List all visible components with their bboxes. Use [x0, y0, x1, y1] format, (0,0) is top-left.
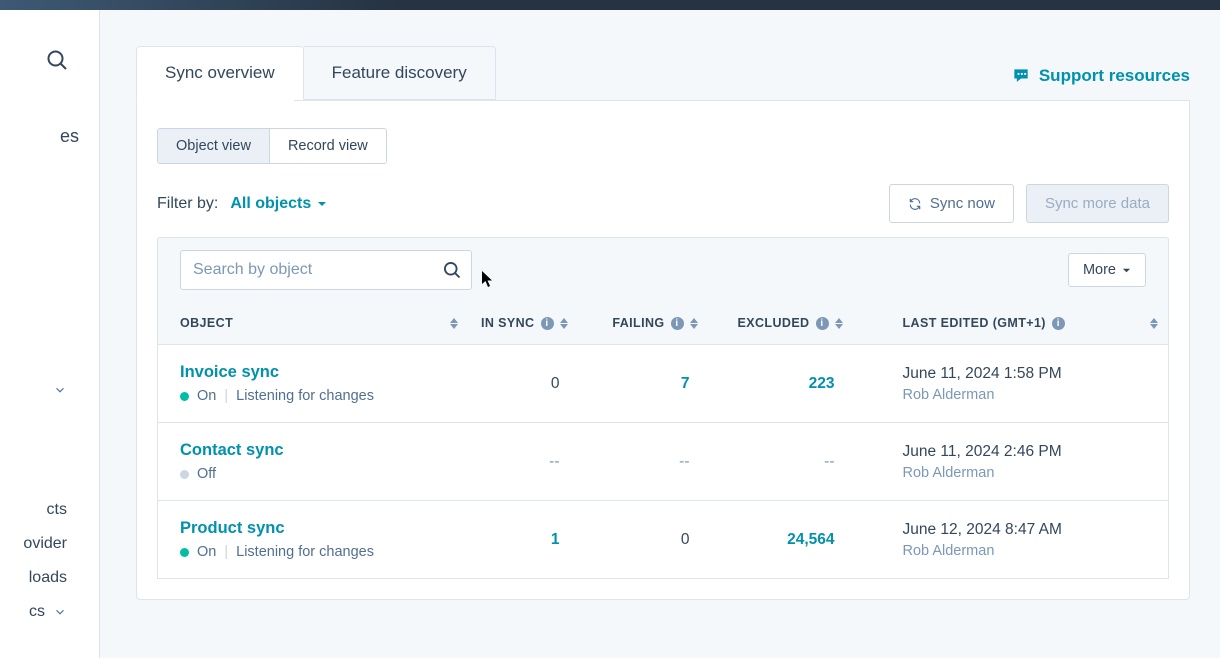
cell-in-sync[interactable]: 1 [468, 501, 578, 579]
sync-table: OBJECT IN SYNCi FAILINGi EXCLUDEDi [157, 302, 1169, 579]
sidebar-search-icon[interactable] [0, 48, 99, 72]
col-in-sync[interactable]: IN SYNCi [468, 302, 578, 345]
col-excluded[interactable]: EXCLUDEDi [708, 302, 853, 345]
object-view-toggle[interactable]: Object view [158, 129, 269, 163]
cell-excluded[interactable]: 223 [708, 345, 853, 423]
cell-excluded[interactable]: 24,564 [708, 501, 853, 579]
table-row: Invoice sync On|Listening for changes 0722… [158, 345, 1169, 423]
info-icon[interactable]: i [1052, 317, 1065, 330]
cell-in-sync: -- [468, 423, 578, 501]
top-bar [0, 0, 1220, 10]
caret-down-icon [1122, 266, 1131, 275]
object-name-link[interactable]: Product sync [180, 519, 458, 538]
cell-excluded: -- [708, 423, 853, 501]
status-dot-icon [180, 470, 189, 479]
sidebar-item[interactable]: cts [0, 493, 99, 527]
sort-icon[interactable] [835, 318, 843, 329]
chevron-down-icon [53, 605, 67, 619]
cell-failing: -- [578, 423, 708, 501]
col-failing[interactable]: FAILINGi [578, 302, 708, 345]
status-dot-icon [180, 548, 189, 557]
object-name-link[interactable]: Invoice sync [180, 363, 458, 382]
object-name-link[interactable]: Contact sync [180, 441, 458, 460]
caret-down-icon [317, 199, 327, 209]
filter-objects-dropdown[interactable]: All objects [230, 195, 327, 213]
filter-label: Filter by: [157, 195, 218, 213]
sidebar-heading-fragment: es [0, 126, 99, 147]
cell-failing[interactable]: 7 [578, 345, 708, 423]
record-view-toggle[interactable]: Record view [269, 129, 386, 163]
view-toggle: Object view Record view [157, 128, 387, 164]
col-last-edited[interactable]: LAST EDITED (GMT+1) i [853, 302, 1169, 345]
chat-icon [1011, 66, 1031, 86]
table-row: Contact syncOff------June 11, 2024 2:46 … [158, 423, 1169, 501]
object-status: On|Listening for changes [180, 544, 458, 560]
cell-last-edited: June 12, 2024 8:47 AMRob Alderman [853, 501, 1169, 579]
more-button[interactable]: More [1068, 253, 1146, 287]
sync-more-data-button: Sync more data [1026, 184, 1169, 223]
info-icon[interactable]: i [671, 317, 684, 330]
info-icon[interactable]: i [541, 317, 554, 330]
main-content: Sync overview Feature discovery Support … [100, 10, 1220, 658]
info-icon[interactable]: i [816, 317, 829, 330]
support-resources-link[interactable]: Support resources [1011, 66, 1190, 100]
sort-icon[interactable] [450, 318, 458, 329]
table-toolbar: More [157, 237, 1169, 302]
chevron-down-icon [53, 383, 67, 397]
sync-now-button[interactable]: Sync now [889, 184, 1014, 223]
sidebar-item[interactable]: cs [0, 595, 99, 629]
status-dot-icon [180, 392, 189, 401]
page-tabs: Sync overview Feature discovery [136, 46, 496, 100]
cell-last-edited: June 11, 2024 1:58 PMRob Alderman [853, 345, 1169, 423]
sidebar: es cts ovider loads cs [0, 10, 100, 658]
object-status: On|Listening for changes [180, 388, 458, 404]
table-row: Product sync On|Listening for changes 1024… [158, 501, 1169, 579]
cell-in-sync: 0 [468, 345, 578, 423]
sort-icon[interactable] [1150, 318, 1158, 329]
cell-last-edited: June 11, 2024 2:46 PMRob Alderman [853, 423, 1169, 501]
sync-card: Object view Record view Filter by: All o… [136, 100, 1190, 600]
search-input[interactable] [180, 250, 472, 290]
sidebar-item[interactable]: loads [0, 561, 99, 595]
sort-icon[interactable] [560, 318, 568, 329]
cell-failing: 0 [578, 501, 708, 579]
tab-feature-discovery[interactable]: Feature discovery [304, 46, 496, 100]
search-icon[interactable] [442, 260, 462, 280]
sidebar-item[interactable] [0, 375, 99, 405]
refresh-icon [908, 197, 922, 211]
object-status: Off [180, 466, 458, 482]
sort-icon[interactable] [690, 318, 698, 329]
col-object[interactable]: OBJECT [158, 302, 468, 345]
tab-sync-overview[interactable]: Sync overview [136, 46, 304, 100]
sidebar-item[interactable]: ovider [0, 527, 99, 561]
